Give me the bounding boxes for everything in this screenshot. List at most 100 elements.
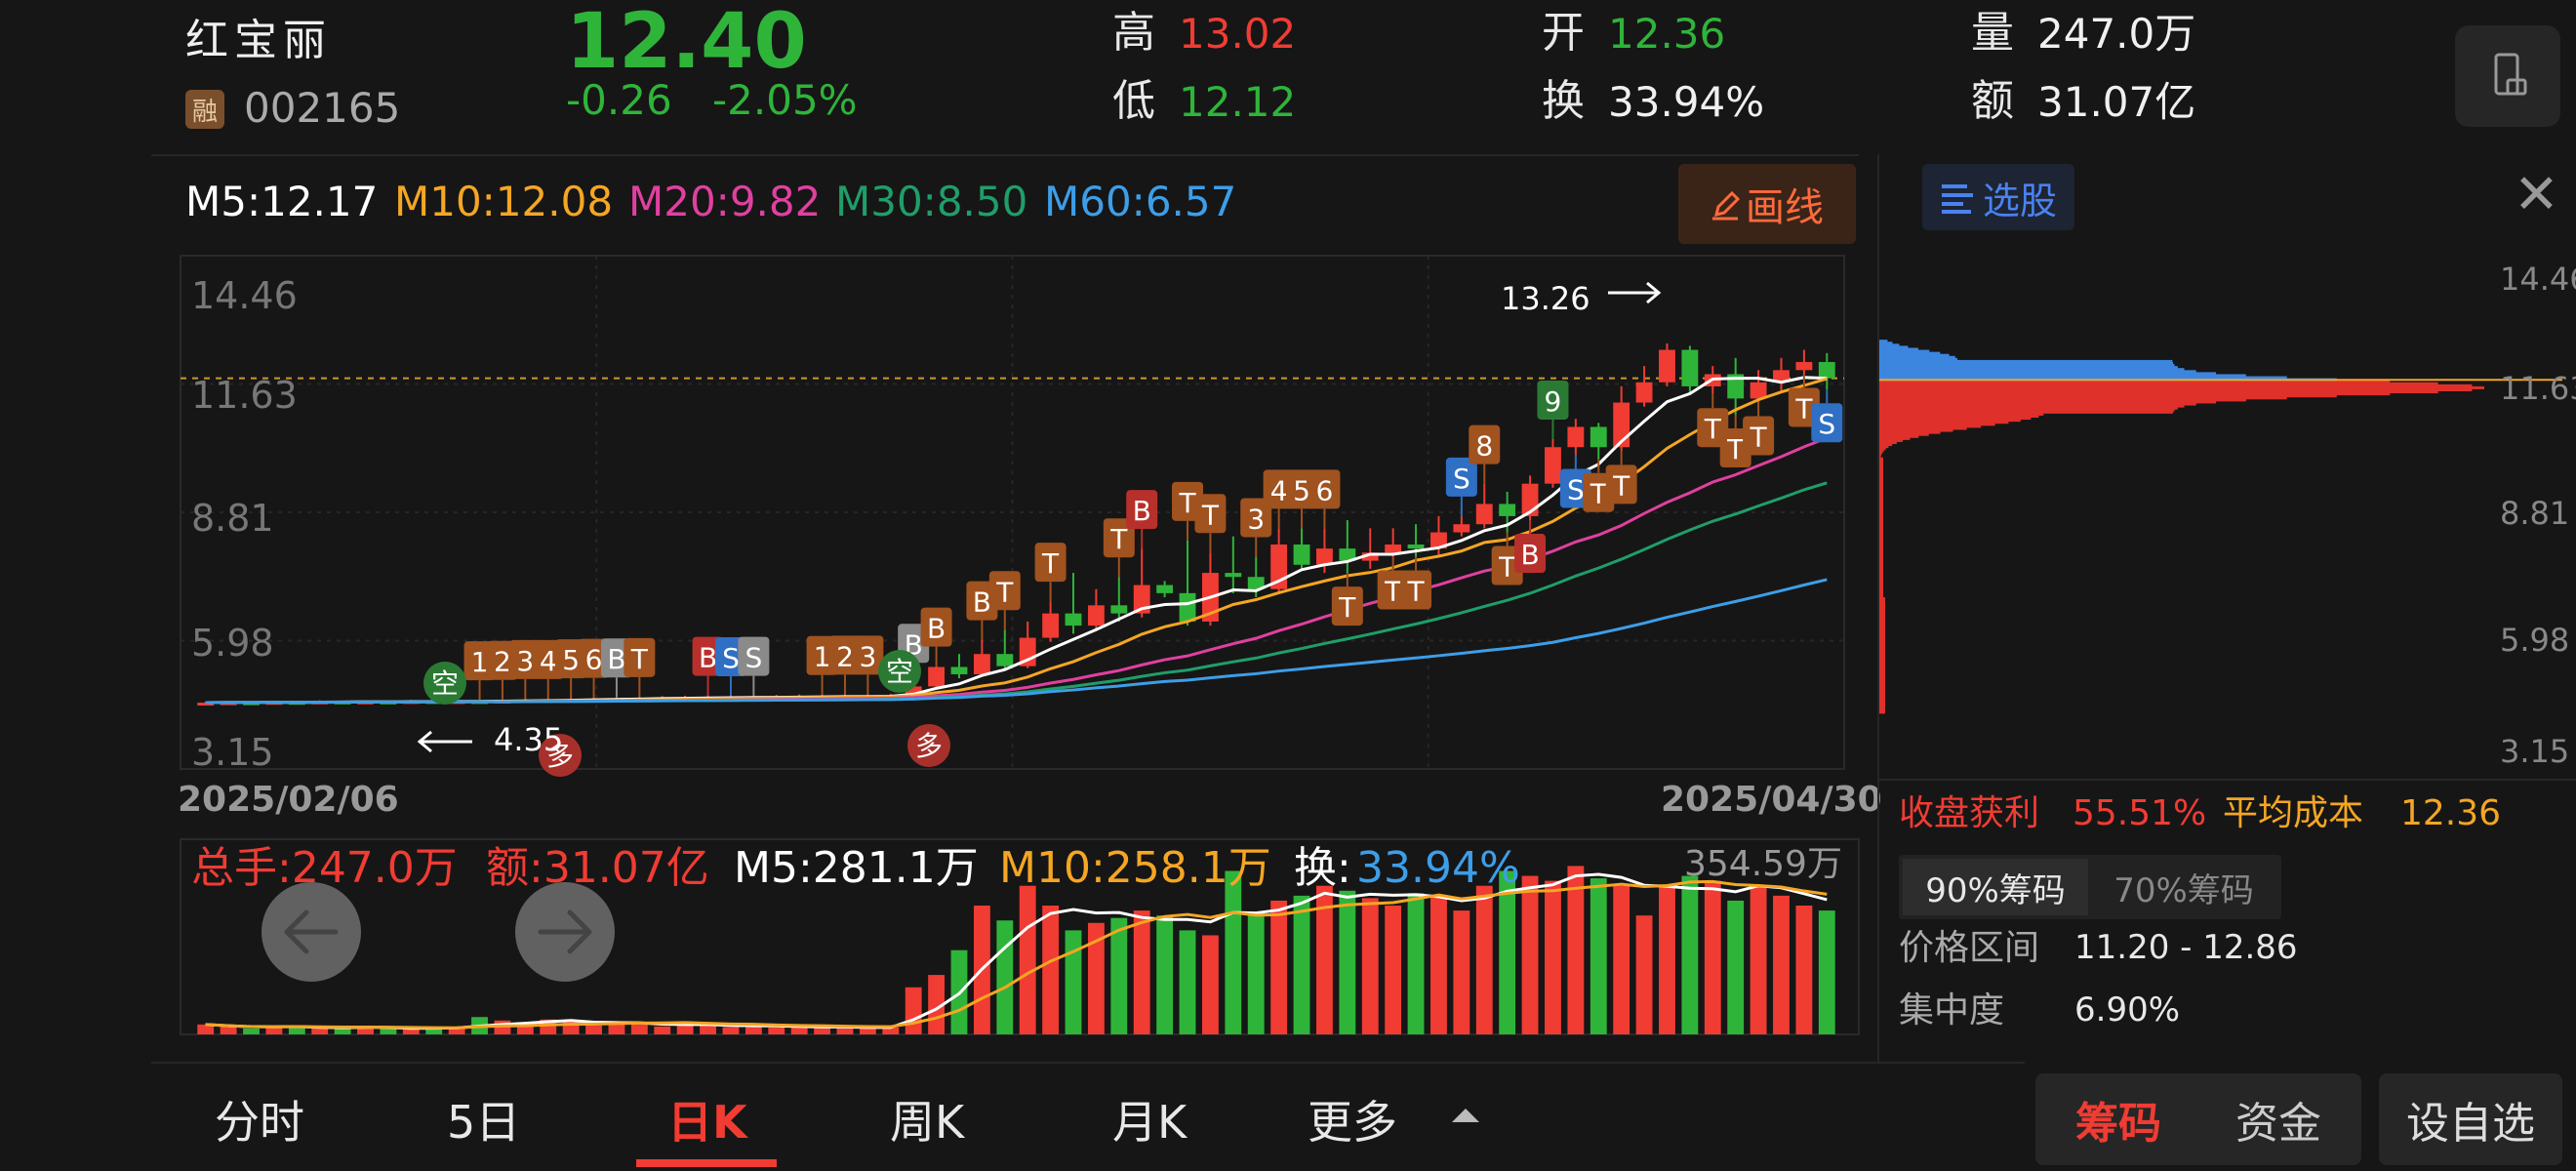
t-tag-label: T (1794, 392, 1813, 424)
chip90-tab[interactable]: 90%筹码 (1903, 859, 2088, 915)
volume-bar (1339, 890, 1356, 1034)
add-watchlist-button[interactable]: 设自选 (2379, 1073, 2562, 1165)
volume-bar (1065, 930, 1082, 1034)
volume-bar (1407, 893, 1425, 1034)
side-axis-5: 3.15 (2500, 733, 2570, 770)
long-signal-icon-label: 多 (915, 730, 943, 762)
t-tag-label: T (1498, 551, 1516, 584)
volume-bar (1818, 910, 1835, 1034)
t-tag-label: T (1338, 591, 1356, 624)
profit-value: 55.51% (2073, 793, 2207, 833)
candle-body (1087, 605, 1105, 626)
t-tag-label: T (995, 576, 1014, 608)
volume-bar (1795, 906, 1813, 1034)
price-axis-top: 14.46 (191, 274, 298, 317)
volume-bar (1110, 917, 1128, 1034)
t-tag-label: T (1178, 487, 1196, 519)
price-range-value: 11.20 - 12.86 (2074, 928, 2298, 967)
t-tag-label: T (1109, 523, 1128, 555)
price-axis-4: 5.98 (191, 622, 274, 665)
volume-bar (1179, 930, 1196, 1034)
t-tag-label: T (1704, 413, 1722, 445)
volume-bar (311, 1028, 329, 1034)
buy-tag-label: B (699, 642, 717, 674)
volume-bar (1613, 885, 1630, 1034)
chips-button[interactable]: 筹码 (2039, 1077, 2197, 1161)
chip-distribution-chart (1879, 340, 2562, 714)
buy-tag-label: B (1133, 495, 1151, 527)
sell-tag-label: S (1567, 474, 1585, 506)
concentration-value: 6.90% (2074, 990, 2181, 1030)
candle-body (1475, 504, 1493, 525)
t-tag-label: T (1406, 575, 1425, 607)
arrow-left-icon (284, 909, 339, 954)
tabs-divider (151, 1062, 2025, 1064)
tab-5day[interactable]: 5日 (447, 1087, 520, 1151)
candle-body (1179, 592, 1196, 622)
side-axis-2: 11.63 (2500, 370, 2576, 407)
vol-max: 354.59万 (1684, 844, 1842, 884)
tab-weekly-k[interactable]: 周K (890, 1087, 964, 1151)
volume-bar (700, 1025, 716, 1034)
t-tag-label: T (630, 643, 649, 675)
short-signal-icon-label: 空 (886, 656, 913, 688)
tab-daily-k[interactable]: 日K (667, 1087, 747, 1151)
list-icon (1941, 184, 1973, 214)
volume-bar (722, 1027, 740, 1034)
volume-bar (768, 1027, 785, 1034)
t-tag-label: T (1201, 499, 1220, 531)
volume-bar (1590, 878, 1607, 1034)
landscape-toggle-button[interactable] (2455, 25, 2560, 127)
short-signal-icon-label: 空 (431, 667, 459, 700)
price-axis-3: 8.81 (191, 497, 274, 540)
volume-bar (265, 1027, 283, 1034)
sell-tag-label: S (722, 642, 740, 674)
concentration-label: 集中度 (1899, 990, 2005, 1030)
scroll-right-button[interactable] (515, 882, 615, 982)
price-range-label: 价格区间 (1899, 928, 2040, 968)
volume-bar (1453, 910, 1470, 1034)
volume-bar (1019, 885, 1036, 1034)
candle-body (1110, 605, 1128, 614)
candle-body (1750, 382, 1767, 399)
volume-bar (1499, 870, 1516, 1034)
count-tag-label: 2 (836, 640, 854, 672)
volume-bar (654, 1026, 671, 1034)
close-panel-button[interactable]: ✕ (2514, 168, 2559, 222)
volume-bar (814, 1028, 831, 1034)
t-tag-label: T (1384, 575, 1402, 607)
count-tag-label: 4 (1270, 474, 1288, 506)
funds-button[interactable]: 资金 (2199, 1077, 2357, 1161)
chip-bar (1879, 340, 1888, 343)
candle-body (1659, 349, 1675, 383)
count-tag-label: 6 (585, 644, 603, 676)
candle-body (973, 654, 990, 674)
buy-tag-label: B (927, 613, 946, 645)
tab-monthly-k[interactable]: 月K (1112, 1087, 1187, 1151)
stock-picker-button[interactable]: 选股 (1922, 164, 2074, 230)
candle-body (1156, 585, 1174, 593)
low-arrow-icon (417, 730, 472, 753)
scroll-left-button[interactable] (262, 882, 361, 982)
volume-bar (1225, 870, 1242, 1034)
chip70-tab[interactable]: 70%筹码 (2090, 859, 2277, 915)
count-tag-label: 3 (1247, 503, 1265, 535)
candle-body (1567, 426, 1585, 448)
volume-value: 247.0万 (2037, 10, 2196, 58)
candle-body (1499, 504, 1516, 516)
volume-bar (1247, 912, 1265, 1034)
tab-intraday[interactable]: 分时 (215, 1087, 304, 1151)
volume-bar (1361, 898, 1379, 1034)
side-axis-1: 14.46 (2500, 261, 2576, 298)
side-axis-4: 5.98 (2500, 622, 2570, 659)
candle-body (928, 666, 946, 687)
count-tag-label: 3 (516, 645, 534, 677)
candle-body (1293, 544, 1310, 565)
volume-bar (1042, 906, 1060, 1034)
tab-more[interactable]: 更多 (1308, 1087, 1397, 1151)
caret-up-icon[interactable] (1448, 1105, 1483, 1126)
volume-bar (1659, 885, 1675, 1034)
volume-bar (1545, 880, 1561, 1034)
t-tag-label: T (1041, 547, 1060, 580)
candle-body (1635, 382, 1653, 403)
